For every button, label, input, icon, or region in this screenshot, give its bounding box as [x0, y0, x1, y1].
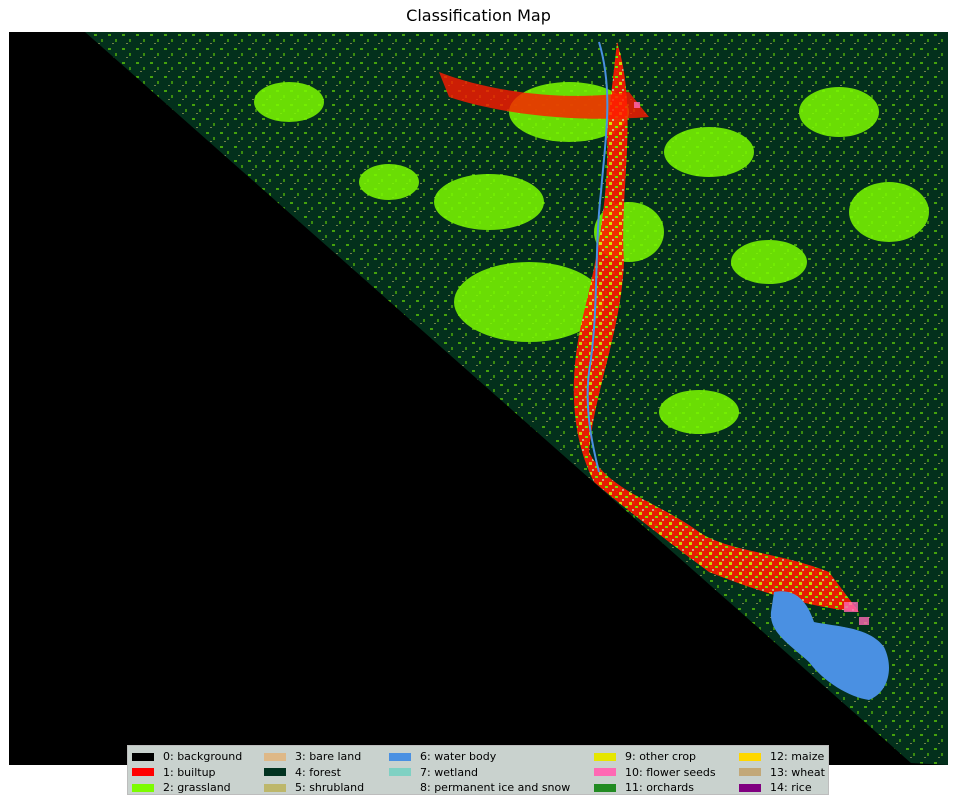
legend-label: 8: permanent ice and snow: [420, 781, 570, 794]
legend-label: 3: bare land: [295, 750, 361, 763]
legend-item: 10: flower seeds: [594, 765, 716, 781]
legend-item: 2: grassland: [132, 780, 242, 796]
legend-item: 6: water body: [389, 749, 570, 765]
legend-label: 2: grassland: [163, 781, 231, 794]
legend-label: 11: orchards: [625, 781, 694, 794]
legend-item: 1: builtup: [132, 765, 242, 781]
legend-swatch: [389, 768, 411, 776]
legend-label: 1: builtup: [163, 766, 216, 779]
legend-item: 4: forest: [264, 765, 364, 781]
legend-label: 6: water body: [420, 750, 496, 763]
legend-swatch: [132, 784, 154, 792]
legend-swatch: [739, 768, 761, 776]
legend-label: 5: shrubland: [295, 781, 364, 794]
legend-column-2: 3: bare land 4: forest 5: shrubland: [264, 749, 364, 796]
legend-item: 0: background: [132, 749, 242, 765]
legend-swatch: [389, 753, 411, 761]
legend-label: 10: flower seeds: [625, 766, 716, 779]
legend-swatch: [132, 753, 154, 761]
legend-item: 11: orchards: [594, 780, 716, 796]
legend-item: 7: wetland: [389, 765, 570, 781]
legend-swatch: [264, 784, 286, 792]
legend-item: 12: maize: [739, 749, 825, 765]
legend-swatch: [389, 784, 411, 792]
legend-label: 4: forest: [295, 766, 341, 779]
legend: 0: background 1: builtup 2: grassland 3:…: [127, 745, 829, 795]
legend-item: 14: rice: [739, 780, 825, 796]
legend-item: 5: shrubland: [264, 780, 364, 796]
classification-map: [9, 32, 948, 765]
legend-swatch: [739, 753, 761, 761]
legend-column-4: 9: other crop 10: flower seeds 11: orcha…: [594, 749, 716, 796]
legend-item: 9: other crop: [594, 749, 716, 765]
legend-swatch: [594, 784, 616, 792]
legend-swatch: [264, 768, 286, 776]
legend-label: 7: wetland: [420, 766, 478, 779]
map-title: Classification Map: [0, 6, 957, 25]
legend-column-3: 6: water body 7: wetland 8: permanent ic…: [389, 749, 570, 796]
legend-item: 13: wheat: [739, 765, 825, 781]
legend-label: 12: maize: [770, 750, 824, 763]
legend-label: 0: background: [163, 750, 242, 763]
legend-item: 3: bare land: [264, 749, 364, 765]
legend-label: 13: wheat: [770, 766, 825, 779]
legend-swatch: [739, 784, 761, 792]
legend-column-1: 0: background 1: builtup 2: grassland: [132, 749, 242, 796]
legend-swatch: [264, 753, 286, 761]
legend-swatch: [594, 753, 616, 761]
legend-swatch: [594, 768, 616, 776]
legend-column-5: 12: maize 13: wheat 14: rice: [739, 749, 825, 796]
legend-label: 14: rice: [770, 781, 812, 794]
legend-item: 8: permanent ice and snow: [389, 780, 570, 796]
legend-swatch: [132, 768, 154, 776]
legend-label: 9: other crop: [625, 750, 696, 763]
